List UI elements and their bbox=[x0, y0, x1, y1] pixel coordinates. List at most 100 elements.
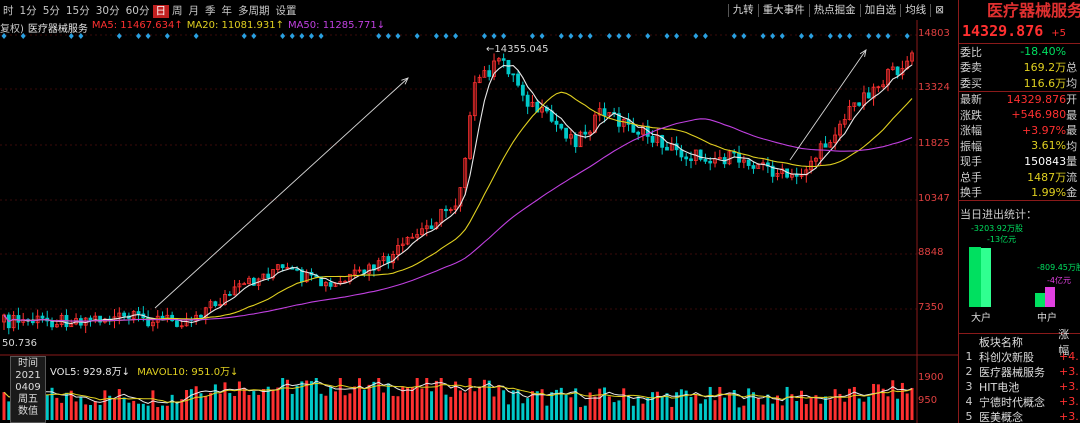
sector-rank: 1 bbox=[965, 350, 973, 363]
event-marker[interactable] bbox=[702, 33, 708, 39]
candle-body bbox=[511, 73, 516, 76]
event-marker[interactable] bbox=[626, 33, 632, 39]
volume-bar bbox=[809, 397, 813, 420]
volume-bar bbox=[55, 397, 59, 420]
event-marker[interactable] bbox=[760, 33, 766, 39]
event-marker[interactable] bbox=[779, 33, 785, 39]
volume-bar bbox=[362, 389, 366, 420]
event-marker[interactable] bbox=[385, 33, 391, 39]
event-marker[interactable] bbox=[799, 33, 805, 39]
volume-bar bbox=[372, 381, 376, 420]
event-marker[interactable] bbox=[299, 33, 305, 39]
event-marker[interactable] bbox=[616, 33, 622, 39]
sector-name-header: 板块名称 bbox=[978, 335, 1023, 349]
event-marker[interactable] bbox=[280, 33, 286, 39]
event-marker[interactable] bbox=[770, 33, 776, 39]
sector-pct: +3.6 bbox=[1059, 410, 1079, 423]
event-marker[interactable] bbox=[645, 33, 651, 39]
event-marker[interactable] bbox=[308, 33, 314, 39]
sector-table: 1 科创次新股 +4.6 2 医疗器械服务 +3.9 3 HIT电池 +3.8 4 宁德时代概念 +3… bbox=[959, 349, 1080, 423]
event-marker[interactable] bbox=[193, 33, 199, 39]
event-marker[interactable] bbox=[808, 33, 814, 39]
volume-bar bbox=[857, 398, 861, 420]
event-marker[interactable] bbox=[741, 33, 747, 39]
event-marker[interactable] bbox=[875, 33, 881, 39]
event-marker[interactable] bbox=[693, 33, 699, 39]
volume-bar bbox=[333, 391, 337, 420]
event-marker[interactable] bbox=[674, 33, 680, 39]
sector-rank: 4 bbox=[965, 395, 973, 408]
event-marker[interactable] bbox=[116, 33, 122, 39]
event-marker[interactable] bbox=[1, 33, 7, 39]
event-marker[interactable] bbox=[78, 33, 84, 39]
volume-bar bbox=[713, 400, 717, 420]
event-marker[interactable] bbox=[885, 33, 891, 39]
volume-bar bbox=[406, 387, 410, 420]
event-marker[interactable] bbox=[241, 33, 247, 39]
event-marker[interactable] bbox=[837, 33, 843, 39]
volume-bar bbox=[430, 391, 434, 420]
volume-bar bbox=[569, 397, 573, 420]
volume-bar bbox=[319, 393, 323, 420]
event-marker[interactable] bbox=[904, 33, 910, 39]
candle-body bbox=[665, 146, 669, 151]
volume-bar bbox=[60, 402, 64, 420]
event-marker[interactable] bbox=[847, 33, 853, 39]
event-marker[interactable] bbox=[136, 33, 142, 39]
candlestick-chart[interactable]: ←14355.045 50.736 bbox=[0, 0, 958, 423]
event-marker[interactable] bbox=[414, 33, 420, 39]
volume-bar bbox=[756, 397, 760, 420]
sector-row[interactable]: 3 HIT电池 +3.8 bbox=[959, 379, 1080, 394]
event-marker[interactable] bbox=[664, 33, 670, 39]
volume-bar bbox=[910, 387, 914, 420]
event-marker[interactable] bbox=[164, 33, 170, 39]
volume-bar bbox=[117, 389, 121, 420]
sector-name: 医疗器械服务 bbox=[979, 365, 1045, 379]
event-marker[interactable] bbox=[433, 33, 439, 39]
quote-row-extra-label: 金 bbox=[1066, 186, 1078, 200]
event-marker[interactable] bbox=[529, 33, 535, 39]
sector-row[interactable]: 4 宁德时代概念 +3.7 bbox=[959, 394, 1080, 409]
event-marker[interactable] bbox=[251, 33, 257, 39]
candle-body bbox=[684, 156, 689, 160]
sector-row[interactable]: 2 医疗器械服务 +3.9 bbox=[959, 364, 1080, 379]
candle-body bbox=[708, 160, 713, 164]
event-marker[interactable] bbox=[453, 33, 459, 39]
quote-row-label: 振幅 bbox=[960, 139, 982, 153]
event-marker[interactable] bbox=[827, 33, 833, 39]
sector-table-header: 板块名称 涨幅 bbox=[959, 328, 1080, 357]
volume-bar bbox=[564, 394, 568, 420]
event-marker[interactable] bbox=[731, 33, 737, 39]
event-marker[interactable] bbox=[578, 33, 584, 39]
sector-row[interactable]: 1 科创次新股 +4.6 bbox=[959, 349, 1080, 364]
event-marker[interactable] bbox=[866, 33, 872, 39]
event-marker[interactable] bbox=[539, 33, 545, 39]
candle-body bbox=[122, 312, 127, 317]
sector-row[interactable]: 5 医美概念 +3.6 bbox=[959, 409, 1080, 423]
event-marker[interactable] bbox=[558, 33, 564, 39]
event-marker[interactable] bbox=[501, 33, 507, 39]
event-marker[interactable] bbox=[481, 33, 487, 39]
volume-bar bbox=[742, 405, 746, 420]
event-marker[interactable] bbox=[568, 33, 574, 39]
event-marker[interactable] bbox=[20, 33, 26, 39]
event-marker[interactable] bbox=[587, 33, 593, 39]
event-marker[interactable] bbox=[395, 33, 401, 39]
quote-row-extra-label: 总 bbox=[1066, 61, 1078, 75]
event-marker[interactable] bbox=[376, 33, 382, 39]
event-marker[interactable] bbox=[318, 33, 324, 39]
event-marker[interactable] bbox=[289, 33, 295, 39]
event-marker[interactable] bbox=[491, 33, 497, 39]
quote-row-extra-label: 最 bbox=[1066, 108, 1078, 122]
event-marker[interactable] bbox=[443, 33, 449, 39]
volume-bar bbox=[338, 378, 342, 420]
volume-bar bbox=[454, 381, 458, 420]
volume-bar bbox=[766, 394, 770, 420]
quote-row-extra-label: 均 bbox=[1066, 76, 1078, 90]
volume-bar bbox=[165, 405, 169, 420]
volume-bar bbox=[718, 386, 722, 420]
event-marker[interactable] bbox=[68, 33, 74, 39]
event-marker[interactable] bbox=[606, 33, 612, 39]
event-marker[interactable] bbox=[145, 33, 151, 39]
big-flow-amount: -13亿元 bbox=[987, 235, 1017, 244]
